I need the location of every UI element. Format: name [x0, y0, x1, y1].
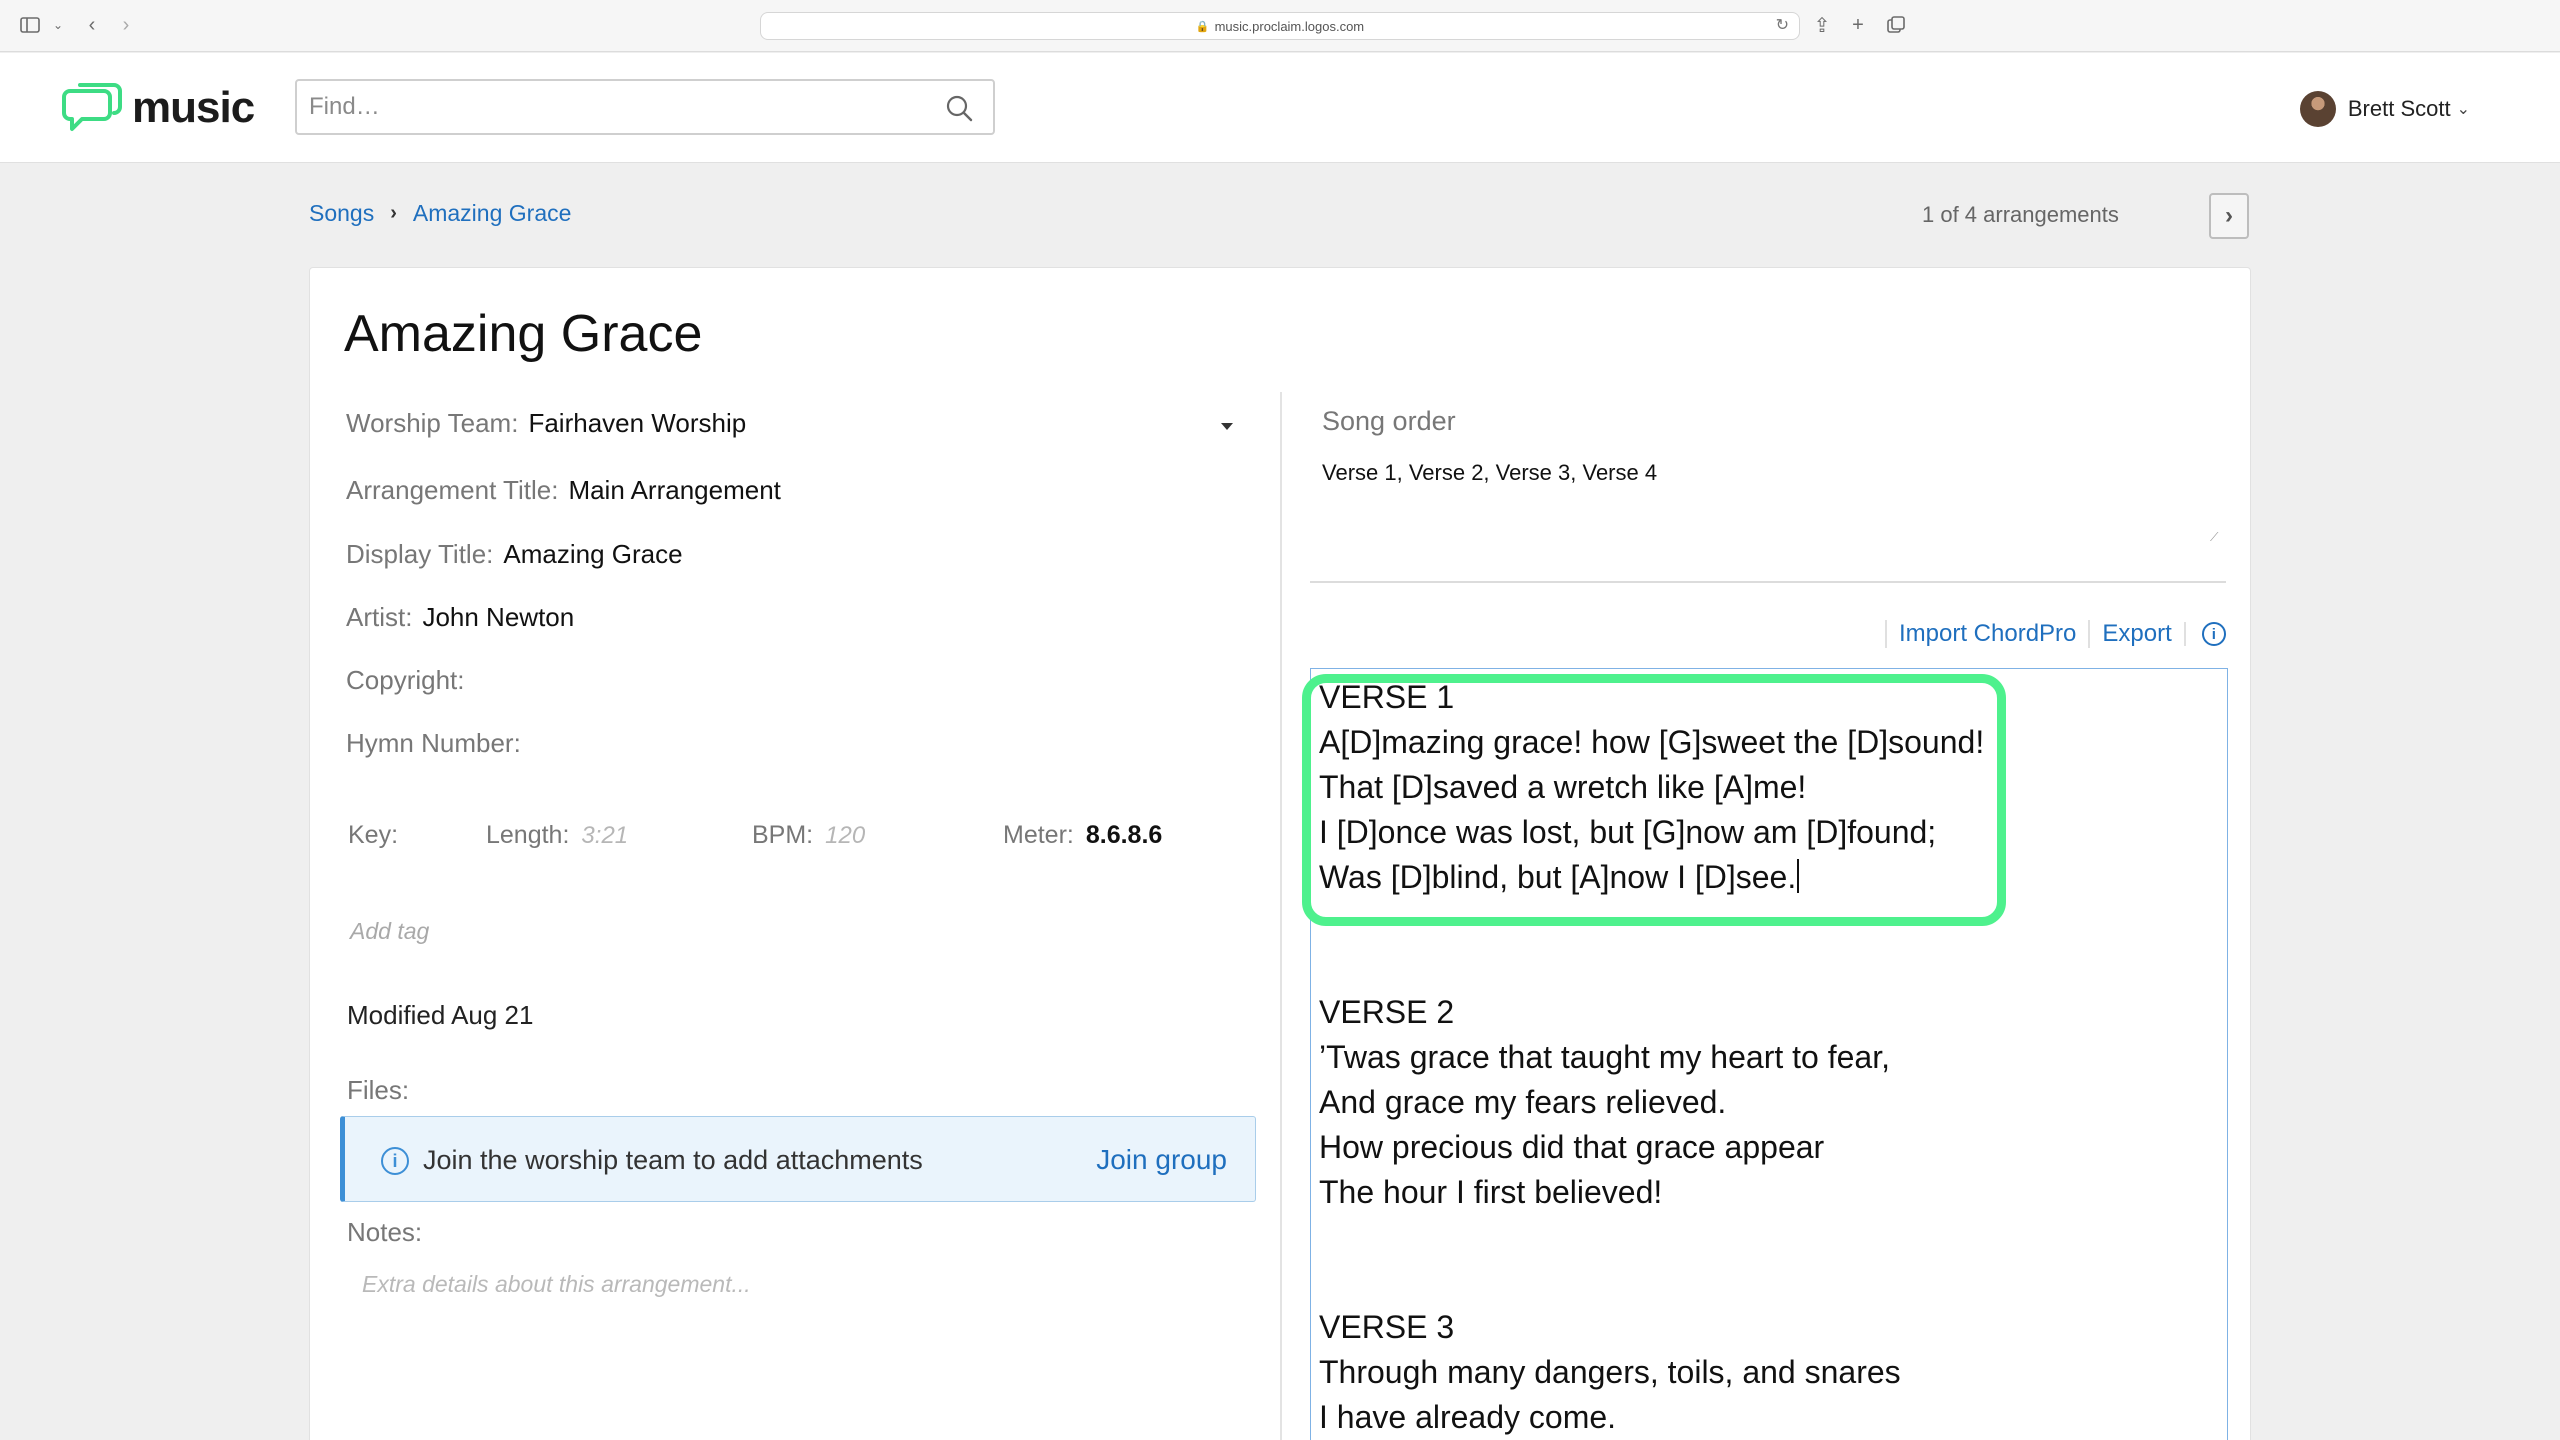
app-logo[interactable]: music — [62, 81, 255, 135]
arrangement-title-value[interactable]: Main Arrangement — [568, 475, 780, 505]
search-box[interactable] — [295, 79, 995, 135]
chevron-right-icon: › — [390, 202, 397, 224]
info-icon: i — [381, 1147, 409, 1175]
lyric-line: A[D]mazing grace! how [G]sweet the [D]so… — [1319, 724, 1985, 760]
verse-heading: VERSE 3 — [1319, 1309, 1455, 1345]
hymn-number-label: Hymn Number: — [346, 728, 521, 758]
bpm-input[interactable]: 120 — [825, 822, 865, 849]
song-title: Amazing Grace — [344, 305, 703, 363]
back-icon[interactable]: ‹ — [82, 12, 102, 38]
display-title-label: Display Title: — [346, 539, 494, 569]
verse-1[interactable]: VERSE 1 A[D]mazing grace! how [G]sweet t… — [1319, 675, 1984, 900]
share-icon[interactable]: ⇪ — [1812, 12, 1832, 38]
app-header: music Brett Scott ⌄ — [0, 53, 2560, 163]
worship-team-label: Worship Team: — [346, 408, 519, 438]
artist-field[interactable]: Artist: John Newton — [346, 602, 574, 633]
join-group-link[interactable]: Join group — [1096, 1144, 1227, 1176]
column-divider — [1280, 392, 1282, 1440]
bpm-field[interactable]: BPM: 120 — [752, 821, 865, 850]
tabs-overview-icon[interactable] — [1886, 12, 1906, 38]
arrangement-title-label: Arrangement Title: — [346, 475, 559, 505]
lyric-line-last: Was [D]blind, but [A]now I [D]see. — [1319, 855, 1984, 900]
chevron-down-icon[interactable]: ⌄ — [52, 12, 64, 38]
search-input[interactable] — [297, 81, 993, 133]
import-chordpro-button[interactable]: Import ChordPro — [1885, 620, 2088, 648]
search-icon[interactable] — [945, 94, 973, 122]
verse-heading: VERSE 2 — [1319, 994, 1455, 1030]
length-field[interactable]: Length: 3:21 — [486, 821, 628, 850]
next-arrangement-button[interactable]: › — [2209, 193, 2249, 239]
browser-toolbar: ⌄ ‹ › 🔒 music.proclaim.logos.com ↻ ⇪ + — [0, 0, 2560, 52]
lyrics-editor[interactable]: VERSE 1 A[D]mazing grace! how [G]sweet t… — [1310, 668, 2228, 1440]
copyright-label: Copyright: — [346, 665, 465, 695]
logo-text: music — [132, 83, 255, 132]
user-menu[interactable]: Brett Scott ⌄ — [2299, 91, 2470, 127]
url-text: music.proclaim.logos.com — [1214, 18, 1365, 34]
meter-field[interactable]: Meter: 8.6.8.6 — [1003, 821, 1162, 850]
song-card: Amazing Grace Worship Team: Fairhaven Wor… — [309, 267, 2251, 1440]
lyric-line: And grace my fears relieved. — [1319, 1084, 1727, 1120]
lyric-line: The hour I first believed! — [1319, 1174, 1663, 1210]
key-label: Key: — [348, 821, 399, 849]
verse-3[interactable]: VERSE 3 Through many dangers, toils, and… — [1319, 1305, 1901, 1440]
music-logo-icon — [62, 81, 122, 135]
worship-team-value[interactable]: Fairhaven Worship — [528, 408, 746, 438]
info-icon: i — [2201, 622, 2226, 646]
arrangement-count: 1 of 4 arrangements — [1922, 202, 2119, 227]
breadcrumb: Songs › Amazing Grace — [309, 200, 571, 227]
avatar — [2299, 91, 2336, 127]
chevron-down-icon: ⌄ — [2456, 101, 2470, 118]
lyric-line: How precious did that grace appear — [1319, 1129, 1825, 1165]
artist-value[interactable]: John Newton — [422, 602, 574, 632]
key-field[interactable]: Key: — [348, 821, 398, 850]
meter-value[interactable]: 8.6.8.6 — [1086, 821, 1162, 849]
notes-label: Notes: — [347, 1217, 423, 1247]
song-order-label: Song order — [1322, 406, 1456, 436]
info-button[interactable]: i — [2183, 622, 2226, 646]
lock-icon: 🔒 — [1195, 20, 1210, 33]
verse-heading: VERSE 1 — [1319, 679, 1455, 715]
display-title-field[interactable]: Display Title: Amazing Grace — [346, 539, 683, 570]
modified-date: Modified Aug 21 — [347, 1000, 534, 1030]
artist-label: Artist: — [346, 602, 413, 632]
address-bar[interactable]: 🔒 music.proclaim.logos.com ↻ — [760, 12, 1800, 40]
length-input[interactable]: 3:21 — [581, 822, 628, 849]
bpm-label: BPM: — [752, 821, 814, 849]
lyric-line: I [D]once was lost, but [G]now am [D]fou… — [1319, 814, 1937, 850]
files-notice: i Join the worship team to add attachmen… — [340, 1116, 1256, 1202]
add-tag-input[interactable]: Add tag — [350, 918, 429, 945]
files-label: Files: — [347, 1075, 410, 1105]
breadcrumb-songs[interactable]: Songs — [309, 200, 374, 227]
user-name: Brett Scott — [2347, 96, 2451, 121]
text-cursor — [1797, 859, 1800, 893]
meter-label: Meter: — [1003, 821, 1074, 849]
verse-2[interactable]: VERSE 2 ’Twas grace that taught my heart… — [1319, 990, 1890, 1215]
lyric-line: ’Twas grace that taught my heart to fear… — [1319, 1039, 1890, 1075]
lyric-line: That [D]saved a wretch like [A]me! — [1319, 769, 1807, 805]
arrangement-title-field[interactable]: Arrangement Title: Main Arrangement — [346, 475, 781, 506]
copyright-field[interactable]: Copyright: — [346, 665, 465, 696]
dropdown-caret-icon[interactable] — [1221, 423, 1233, 430]
lyric-line: I have already come. — [1319, 1399, 1617, 1435]
export-button[interactable]: Export — [2088, 620, 2183, 648]
reload-icon[interactable]: ↻ — [1776, 15, 1789, 35]
lyrics-toolbar: Import ChordPro Export i — [1885, 620, 2226, 648]
new-tab-icon[interactable]: + — [1848, 12, 1868, 38]
resize-handle-icon[interactable]: ⟋ — [2210, 530, 2218, 545]
worship-team-field[interactable]: Worship Team: Fairhaven Worship — [346, 408, 746, 439]
forward-icon[interactable]: › — [116, 12, 136, 38]
lyric-line: Was [D]blind, but [A]now I [D]see. — [1319, 859, 1797, 895]
display-title-value[interactable]: Amazing Grace — [503, 539, 682, 569]
files-notice-text: Join the worship team to add attachments — [423, 1145, 923, 1175]
chevron-right-icon: › — [2225, 202, 2233, 229]
song-order-divider — [1310, 581, 2226, 583]
song-order-input[interactable]: Verse 1, Verse 2, Verse 3, Verse 4 — [1322, 460, 1657, 486]
notes-input[interactable]: Extra details about this arrangement... — [362, 1271, 751, 1298]
breadcrumb-song[interactable]: Amazing Grace — [413, 200, 572, 227]
length-label: Length: — [486, 821, 570, 849]
hymn-number-field[interactable]: Hymn Number: — [346, 728, 521, 759]
lyric-line: Through many dangers, toils, and snares — [1319, 1354, 1901, 1390]
sidebar-toggle-icon[interactable] — [20, 12, 40, 38]
